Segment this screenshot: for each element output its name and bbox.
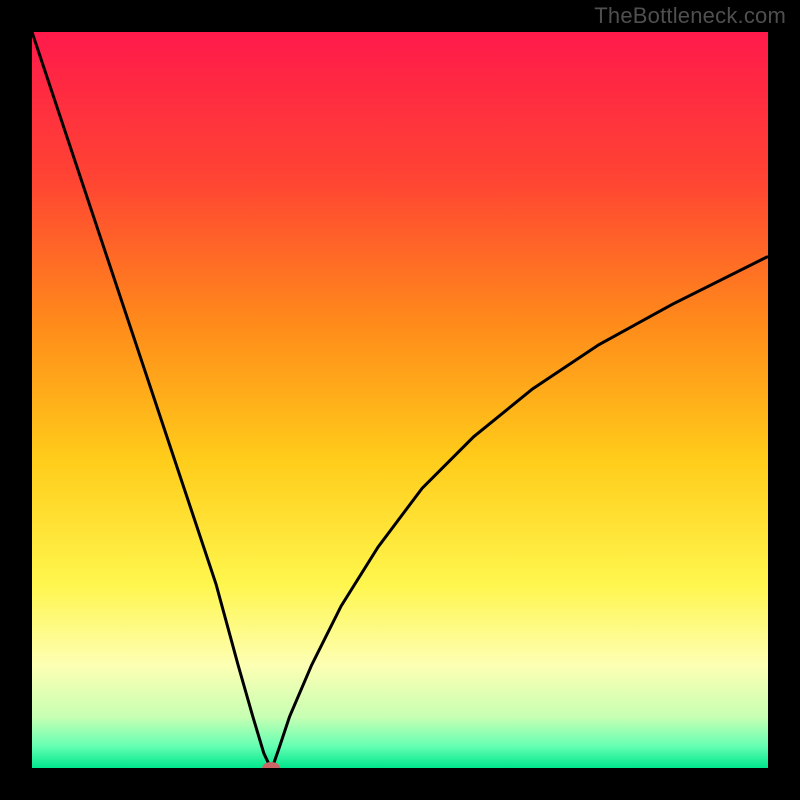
outer-frame: TheBottleneck.com: [0, 0, 800, 800]
gradient-rect: [32, 32, 768, 768]
chart-svg: [32, 32, 768, 768]
watermark-text: TheBottleneck.com: [594, 3, 786, 29]
plot-area: [32, 32, 768, 768]
